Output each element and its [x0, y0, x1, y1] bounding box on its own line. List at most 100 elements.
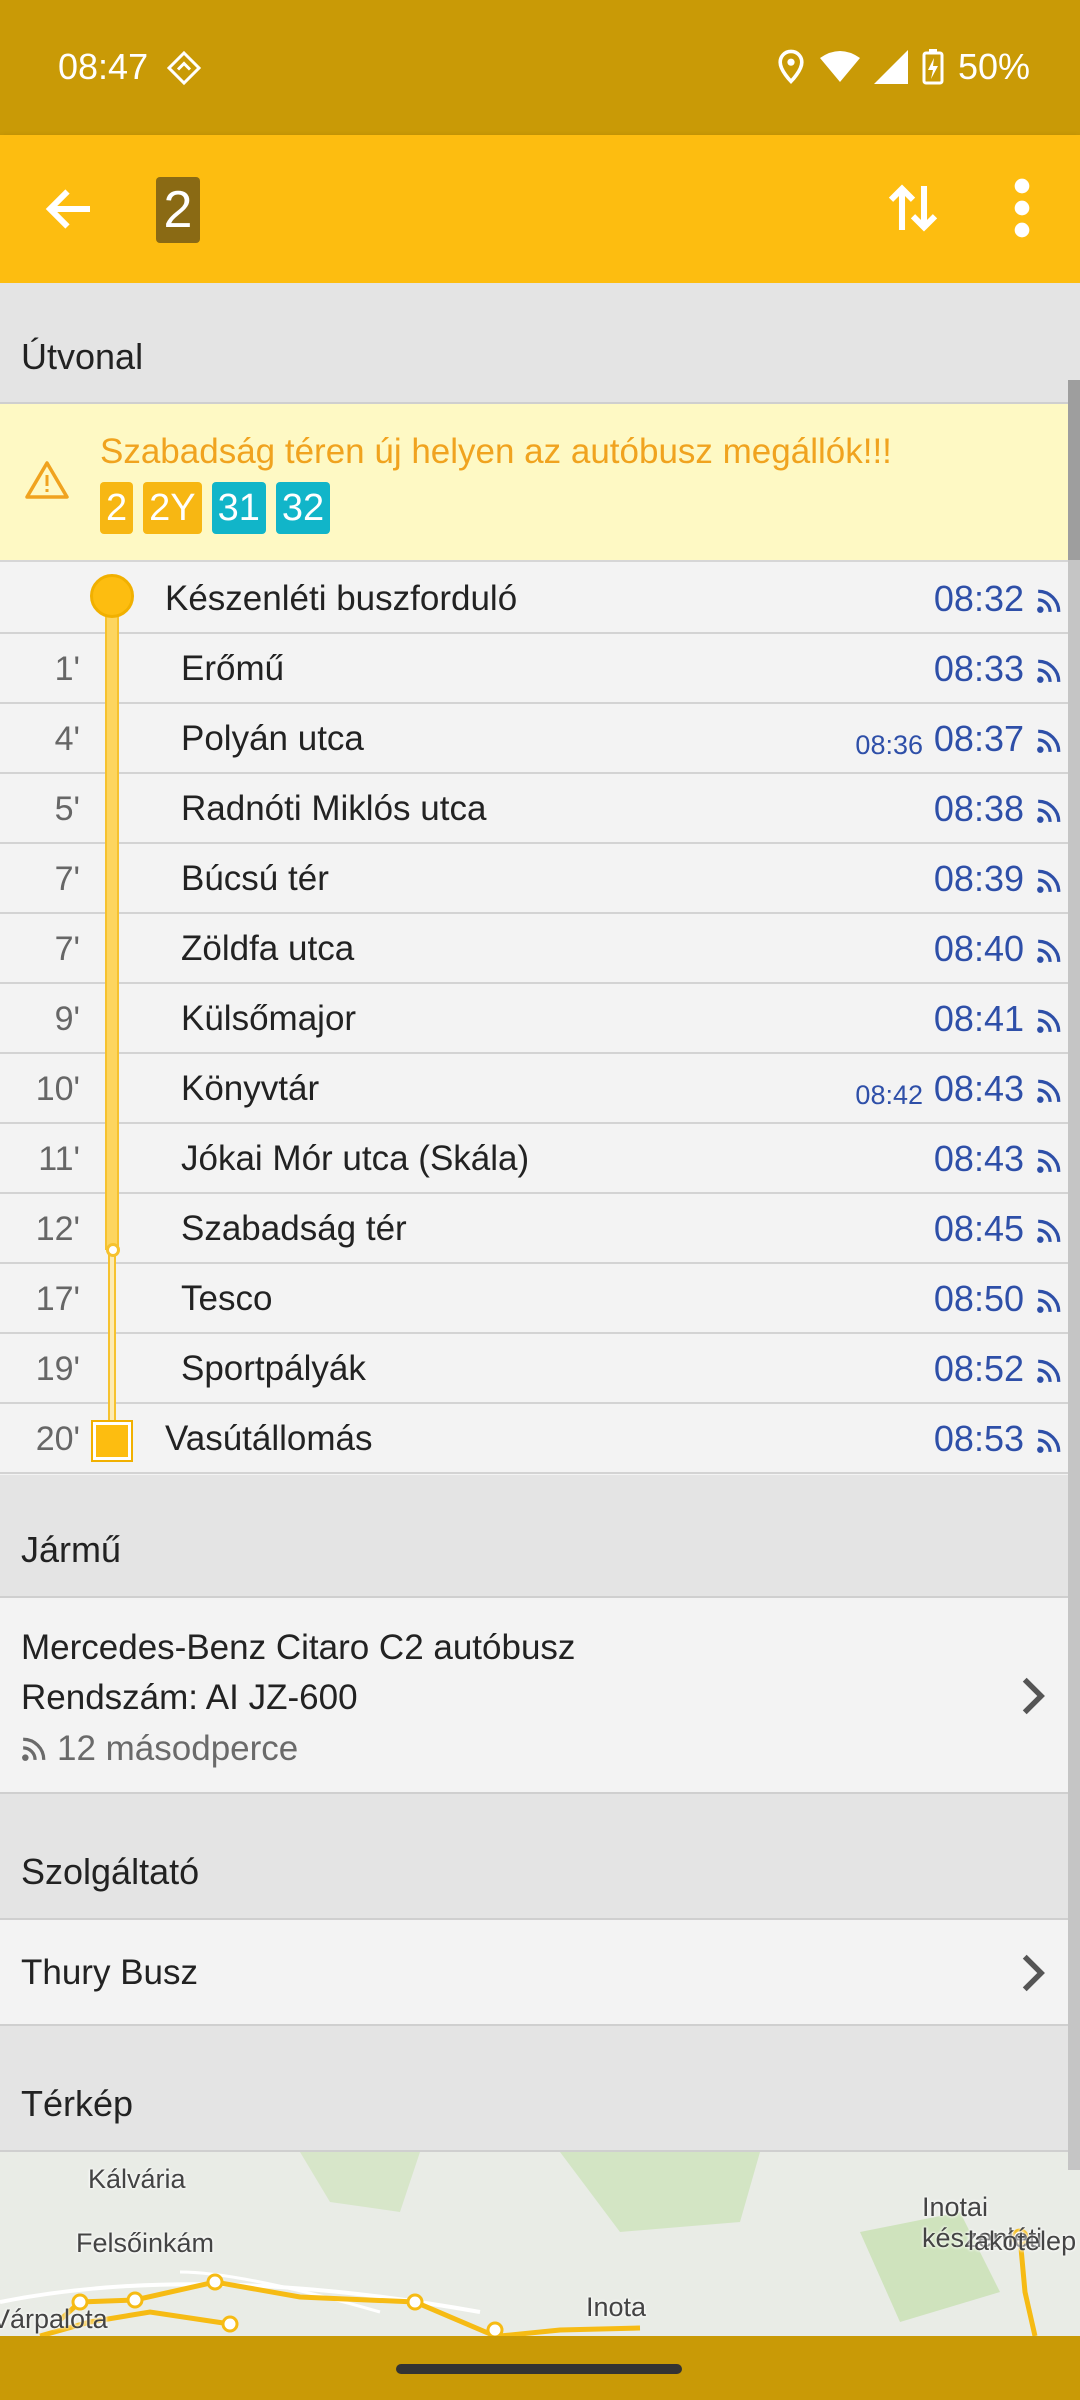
map-label: Felsőinkám: [76, 2228, 215, 2258]
map-label: Kálvária: [88, 2164, 186, 2194]
route-badge: 2Y: [143, 482, 202, 534]
stop-row[interactable]: Készenléti buszforduló 08:32: [0, 564, 1080, 634]
stop-minutes: 7': [54, 860, 80, 898]
chevron-right-icon: [1022, 1954, 1045, 1992]
stop-row[interactable]: 1' Erőmű 08:33: [0, 634, 1080, 704]
stop-time: 08:32: [933, 578, 1024, 619]
map-section-header: Térkép: [0, 2026, 1080, 2152]
realtime-icon: [1037, 1429, 1061, 1453]
stop-row[interactable]: 5' Radnóti Miklós utca 08:38: [0, 774, 1080, 844]
vehicle-position-marker: [106, 1243, 120, 1257]
realtime-icon: [1037, 1219, 1061, 1243]
route-end-marker: [91, 1420, 133, 1462]
scheduled-time: 08:42: [855, 1080, 923, 1110]
stop-minutes: 4': [54, 720, 80, 758]
stop-time: 08:53: [933, 1418, 1024, 1459]
stop-time: 08:43: [933, 1068, 1024, 1109]
back-arrow-icon[interactable]: [40, 179, 100, 239]
stop-minutes: 7': [54, 930, 80, 968]
home-gesture-handle[interactable]: [396, 2364, 682, 2374]
stop-row[interactable]: 12' Szabadság tér 08:45: [0, 1194, 1080, 1264]
swap-direction-icon[interactable]: [880, 175, 946, 241]
stop-row[interactable]: 17' Tesco 08:50: [0, 1264, 1080, 1334]
route-section-header: Útvonal: [0, 283, 1080, 404]
map-label: Inota: [586, 2292, 647, 2322]
wifi-icon: [819, 51, 860, 82]
stop-row[interactable]: 10' Könyvtár 08:42 08:43: [0, 1054, 1080, 1124]
stop-minutes: 11': [38, 1140, 80, 1178]
vehicle-model: Mercedes-Benz Citaro C2 autóbusz: [21, 1628, 576, 1667]
scheduled-time: 08:36: [855, 730, 923, 760]
route-map[interactable]: Kálvária Felsőinkám Várpalota Inota Inot…: [0, 2152, 1080, 2336]
stop-row[interactable]: 7' Zöldfa utca 08:40: [0, 914, 1080, 984]
stop-name: Radnóti Miklós utca: [181, 789, 487, 828]
stop-name: Búcsú tér: [181, 859, 329, 898]
stop-list: Készenléti buszforduló 08:32 1' Erőmű 08…: [0, 564, 1080, 1474]
provider-name: Thury Busz: [21, 1953, 198, 1992]
provider-card[interactable]: Thury Busz: [0, 1920, 1080, 2026]
stop-row[interactable]: 20' Vasútállomás 08:53: [0, 1404, 1080, 1474]
realtime-icon: [1037, 659, 1061, 683]
stop-time: 08:37: [933, 718, 1024, 759]
chevron-right-icon: [1022, 1677, 1045, 1715]
stop-name: Tesco: [181, 1279, 273, 1318]
route-line: [105, 600, 119, 1250]
stop-time: 08:40: [933, 928, 1024, 969]
stop-time: 08:38: [933, 788, 1024, 829]
stop-name: Jókai Mór utca (Skála): [181, 1139, 530, 1178]
stop-row[interactable]: 7' Búcsú tér 08:39: [0, 844, 1080, 914]
stop-minutes: 9': [54, 1000, 80, 1038]
stop-name: Erőmű: [181, 649, 285, 688]
stop-name: Vasútállomás: [165, 1419, 373, 1458]
stop-name: Készenléti buszforduló: [165, 579, 518, 618]
route-start-marker: [90, 574, 134, 618]
stop-time: 08:52: [933, 1348, 1024, 1389]
realtime-icon: [1037, 869, 1061, 893]
stop-name: Zöldfa utca: [181, 929, 355, 968]
realtime-icon: [1037, 799, 1061, 823]
service-alert[interactable]: Szabadság téren új helyen az autóbusz me…: [0, 404, 1080, 562]
stop-time: 08:39: [933, 858, 1024, 899]
route-badge: 2: [100, 482, 134, 534]
vehicle-last-update: 12 másodperce: [21, 1729, 298, 1769]
realtime-icon: [1037, 1079, 1061, 1103]
more-options-icon[interactable]: [998, 175, 1046, 241]
stop-time: 08:50: [933, 1278, 1024, 1319]
stop-minutes: 17': [35, 1280, 80, 1318]
alert-route-badges: 2 2Y 31 32: [100, 482, 331, 534]
status-bar: 08:47 50%: [0, 0, 1080, 135]
route-badge: 32: [275, 482, 331, 534]
stop-time: 08:33: [933, 648, 1024, 689]
vehicle-card[interactable]: Mercedes-Benz Citaro C2 autóbusz Rendszá…: [0, 1598, 1080, 1794]
stop-time: 08:45: [933, 1208, 1024, 1249]
realtime-icon: [1037, 1289, 1061, 1313]
realtime-icon: [22, 1737, 46, 1761]
stop-name: Külsőmajor: [181, 999, 357, 1038]
realtime-icon: [1037, 729, 1061, 753]
navigation-icon: [166, 50, 202, 86]
stop-name: Könyvtár: [181, 1069, 320, 1108]
vehicle-section-header: Jármű: [0, 1475, 1080, 1598]
stop-name: Polyán utca: [181, 719, 364, 758]
scrollbar-thumb[interactable]: [1068, 380, 1080, 560]
realtime-icon: [1037, 1009, 1061, 1033]
location-icon: [778, 49, 804, 84]
warning-icon: [25, 461, 69, 499]
provider-section-header: Szolgáltató: [0, 1794, 1080, 1920]
realtime-icon: [1037, 589, 1061, 613]
stop-row[interactable]: 4' Polyán utca 08:36 08:37: [0, 704, 1080, 774]
stop-minutes: 20': [35, 1420, 80, 1458]
stop-row[interactable]: 19' Sportpályák 08:52: [0, 1334, 1080, 1404]
stop-name: Sportpályák: [181, 1349, 366, 1388]
stop-row[interactable]: 9' Külsőmajor 08:41: [0, 984, 1080, 1054]
realtime-icon: [1037, 1149, 1061, 1173]
stop-row[interactable]: 11' Jókai Mór utca (Skála) 08:43: [0, 1124, 1080, 1194]
battery-level: 50%: [957, 46, 1030, 87]
battery-charging-icon: [922, 49, 944, 85]
status-time: 08:47: [58, 46, 149, 87]
alert-text: Szabadság téren új helyen az autóbusz me…: [100, 432, 892, 471]
system-nav-bar: [0, 2336, 1080, 2400]
scrollbar-track[interactable]: [1068, 380, 1080, 2170]
stop-minutes: 5': [54, 790, 80, 828]
signal-icon: [873, 50, 908, 84]
